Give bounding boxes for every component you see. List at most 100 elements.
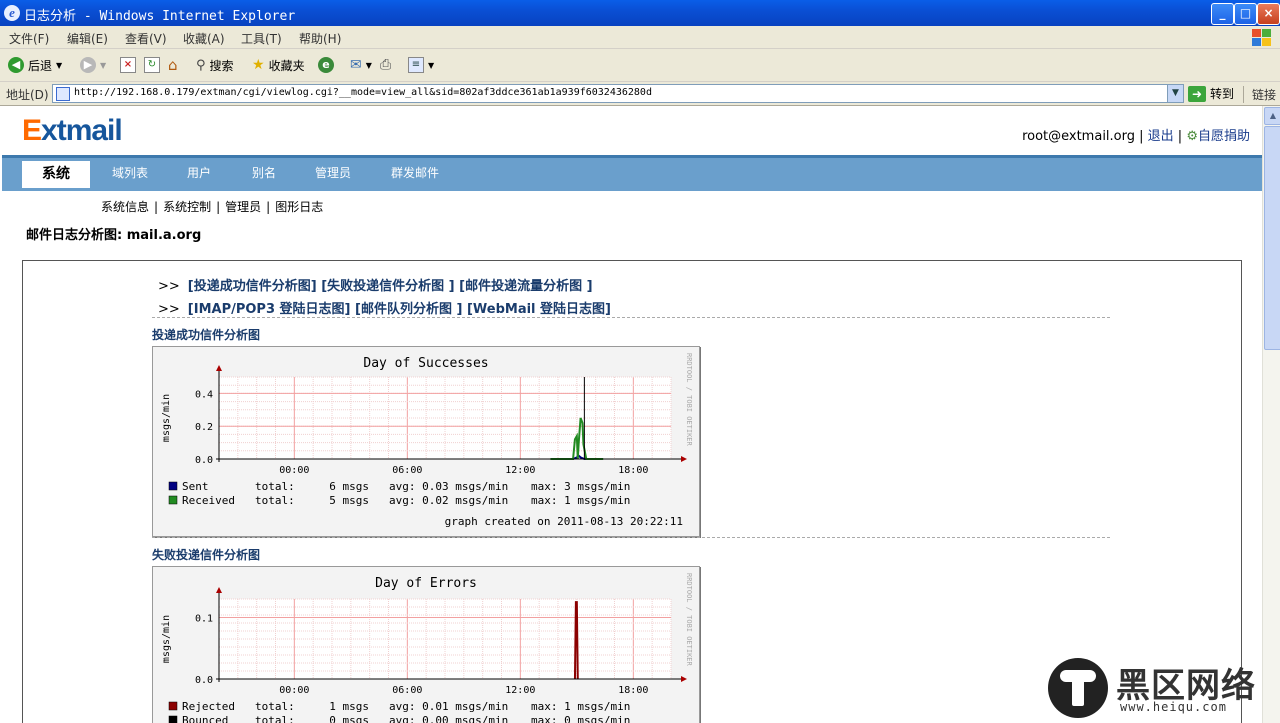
menu-edit[interactable]: 编辑(E) — [67, 30, 108, 47]
address-url: http://192.168.0.179/extman/cgi/viewlog.… — [74, 87, 652, 98]
stop-icon: × — [120, 57, 136, 73]
legend-swatch — [168, 715, 178, 723]
legend-max: max: 3 msgs/min — [531, 480, 630, 493]
tab-mass-mail[interactable]: 群发邮件 — [391, 164, 439, 181]
x-tick-label: 06:00 — [392, 685, 422, 696]
windows-logo-icon — [1250, 27, 1272, 47]
main-nav: 系统 域列表 用户 别名 管理员 群发邮件 — [2, 155, 1262, 191]
chevron-down-icon: ▼ — [56, 60, 63, 70]
print-button[interactable]: ⎙ — [380, 56, 391, 74]
window-titlebar: e 日志分析 - Windows Internet Explorer _ □ × — [0, 0, 1280, 26]
legend-name: Bounced — [182, 714, 228, 723]
legend-total-value: 0 msgs — [329, 714, 369, 723]
edit-page-icon: ≡ — [408, 57, 424, 73]
scroll-thumb[interactable] — [1264, 126, 1280, 350]
x-tick-label: 06:00 — [392, 465, 422, 476]
subnav-graph-log[interactable]: 图形日志 — [275, 200, 323, 214]
refresh-button[interactable]: ↻ — [144, 56, 160, 74]
scroll-up-icon[interactable]: ▲ — [1264, 107, 1280, 125]
chart-title: Day of Successes — [363, 356, 488, 371]
y-axis-arrow — [216, 587, 222, 593]
home-button[interactable]: ⌂ — [168, 56, 178, 74]
link-success-graph[interactable]: [投递成功信件分析图] — [188, 279, 317, 294]
rrdtool-credit: RRDTOOL / TOBI OETIKER — [685, 353, 693, 447]
link-webmail-graph[interactable]: [WebMail 登陆日志图] — [467, 302, 611, 317]
address-dropdown-icon[interactable]: ▼ — [1167, 85, 1183, 102]
link-failed-graph[interactable]: [失败投递信件分析图 ] — [321, 279, 454, 294]
maximize-button[interactable]: □ — [1234, 3, 1257, 25]
menu-view[interactable]: 查看(V) — [125, 30, 167, 47]
favorites-button[interactable]: ★ 收藏夹 — [252, 56, 305, 74]
y-tick-label: 0.0 — [195, 675, 213, 686]
vertical-scrollbar[interactable]: ▲ — [1262, 106, 1280, 723]
print-icon: ⎙ — [380, 57, 392, 73]
menu-tools[interactable]: 工具(T) — [241, 30, 282, 47]
tab-users[interactable]: 用户 — [187, 164, 211, 181]
link-queue-graph[interactable]: [邮件队列分析图 ] — [355, 302, 462, 317]
tab-domains[interactable]: 域列表 — [112, 164, 148, 181]
subnav-system-info[interactable]: 系统信息 — [101, 200, 149, 214]
y-tick-label: 0.4 — [195, 389, 213, 400]
menu-help[interactable]: 帮助(H) — [299, 30, 341, 47]
link-traffic-graph[interactable]: [邮件投递流量分析图 ] — [459, 279, 592, 294]
links-button[interactable]: 链接 — [1243, 86, 1276, 103]
legend-total-label: total: — [255, 494, 295, 507]
tab-admins[interactable]: 管理员 — [315, 164, 351, 181]
go-label: 转到 — [1210, 87, 1235, 101]
menu-favorites[interactable]: 收藏(A) — [183, 30, 225, 47]
legend-max: max: 1 msgs/min — [531, 700, 630, 713]
link-imap-pop3-graph[interactable]: [IMAP/POP3 登陆日志图] — [188, 302, 351, 317]
links-row-2: >> [IMAP/POP3 登陆日志图] [邮件队列分析图 ] [WebMail … — [158, 302, 611, 317]
edit-button[interactable]: ≡ ▼ — [408, 56, 434, 74]
gear-icon: ⚙ — [1186, 129, 1198, 144]
subnav-system-control[interactable]: 系统控制 — [163, 200, 211, 214]
page-icon — [56, 87, 70, 101]
user-email: root@extmail.org — [1022, 129, 1135, 144]
section-title-success: 投递成功信件分析图 — [152, 328, 261, 342]
logout-link[interactable]: 退出 — [1148, 129, 1174, 144]
links-row-1: >> [投递成功信件分析图] [失败投递信件分析图 ] [邮件投递流量分析图 ] — [158, 279, 593, 294]
x-tick-label: 00:00 — [279, 465, 309, 476]
y-tick-label: 0.2 — [195, 422, 213, 433]
legend-total-label: total: — [255, 480, 295, 493]
divider — [152, 317, 1110, 318]
mail-button[interactable]: ✉ ▼ — [350, 56, 372, 74]
legend-avg: avg: 0.01 msgs/min — [389, 700, 508, 713]
x-tick-label: 18:00 — [618, 465, 648, 476]
watermark-site: www.heiqu.com — [1120, 700, 1227, 714]
back-arrow-icon: ◀ — [8, 57, 24, 73]
x-tick-label: 18:00 — [618, 685, 648, 696]
menu-file[interactable]: 文件(F) — [9, 30, 49, 47]
legend-total-label: total: — [255, 714, 295, 723]
forward-button[interactable]: ▶ ▼ — [80, 56, 106, 74]
close-button[interactable]: × — [1257, 3, 1280, 25]
search-button[interactable]: ⚲ 搜索 — [196, 56, 234, 74]
y-axis-label: msgs/min — [161, 615, 172, 663]
divider — [152, 537, 1110, 538]
minimize-button[interactable]: _ — [1211, 3, 1234, 25]
donate-link[interactable]: 自愿捐助 — [1198, 129, 1250, 144]
toolbar: ◀ 后退 ▼ ▶ ▼ × ↻ ⌂ ⚲ 搜索 ★ 收藏夹 e ✉ ▼ ⎙ ≡ ▼ — [0, 49, 1280, 82]
go-arrow-icon: ➜ — [1188, 85, 1206, 102]
rrdtool-credit: RRDTOOL / TOBI OETIKER — [685, 573, 693, 667]
legend-total-value: 1 msgs — [329, 700, 369, 713]
address-input[interactable]: http://192.168.0.179/extman/cgi/viewlog.… — [52, 84, 1184, 103]
back-button[interactable]: ◀ 后退 ▼ — [8, 56, 62, 74]
stop-button[interactable]: × — [120, 56, 136, 74]
tab-aliases[interactable]: 别名 — [252, 164, 276, 181]
legend-max: max: 1 msgs/min — [531, 494, 630, 507]
tab-system[interactable]: 系统 — [22, 161, 90, 188]
x-axis-arrow — [681, 456, 687, 462]
go-button[interactable]: ➜ 转到 — [1188, 85, 1234, 102]
media-button[interactable]: e — [318, 56, 334, 74]
menu-bar: 文件(F) 编辑(E) 查看(V) 收藏(A) 工具(T) 帮助(H) — [0, 26, 1280, 49]
page-viewport: Extmail root@extmail.org | 退出 | ⚙自愿捐助 系统… — [0, 106, 1262, 723]
chart-title: Day of Errors — [375, 576, 477, 591]
graph-errors: Day of Errors 0.0 0.1 00:00 06:00 12:00 18:00 m… — [152, 566, 700, 723]
legend-name: Sent — [182, 480, 209, 493]
subnav-admins[interactable]: 管理员 — [225, 200, 261, 214]
chart-successes: Day of Successes 0.0 0.2 0.4 00:00 06:00 12:00… — [161, 353, 693, 528]
ie-icon: e — [4, 5, 20, 21]
y-tick-label: 0.1 — [195, 613, 213, 624]
legend-total-label: total: — [255, 700, 295, 713]
